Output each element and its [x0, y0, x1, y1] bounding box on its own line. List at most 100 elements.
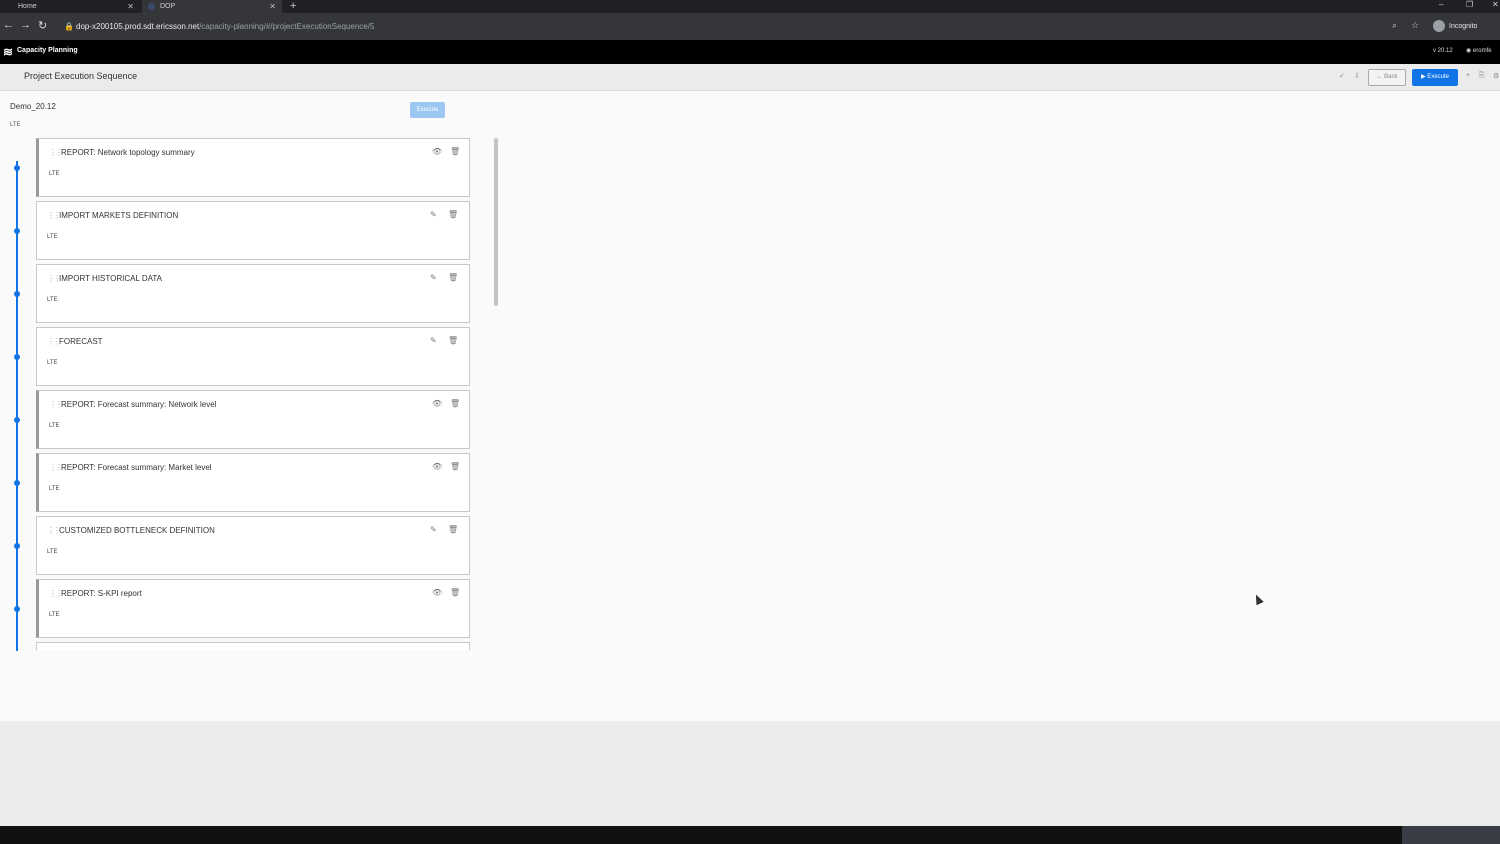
step-technology: LTE: [47, 549, 58, 555]
back-arrow-icon[interactable]: ←: [3, 19, 14, 31]
drag-handle-icon[interactable]: ⋮⋮: [47, 337, 61, 346]
step-technology: LTE: [47, 360, 58, 366]
incognito-indicator[interactable]: Incognito: [1433, 20, 1477, 32]
trash-icon[interactable]: 🗑: [450, 588, 460, 597]
timeline-dot: [14, 165, 20, 171]
step-card[interactable]: ⋮⋮ REPORT: Network topology summary LTE …: [36, 138, 470, 197]
pencil-icon[interactable]: ✎: [430, 336, 437, 345]
step-technology: LTE: [49, 486, 60, 492]
incognito-label: Incognito: [1449, 22, 1478, 30]
step-card[interactable]: [36, 642, 470, 650]
address-bar: ← → ↻ 🔒 dop-x200105.prod.sdt.ericsson.ne…: [0, 13, 1500, 40]
back-button[interactable]: ← Back: [1368, 69, 1406, 86]
drag-handle-icon[interactable]: ⋮⋮: [49, 148, 63, 157]
timeline-dot: [14, 228, 20, 234]
mouse-cursor-icon: [1252, 592, 1264, 606]
zoom-icon[interactable]: ⌕: [1392, 20, 1397, 31]
window-close-icon[interactable]: ✕: [1492, 0, 1499, 9]
new-tab-icon[interactable]: +: [290, 0, 296, 12]
project-technology: LTE: [10, 122, 21, 128]
trash-icon[interactable]: 🗑: [448, 336, 458, 345]
main-content: Demo_20.12 LTE Execute ⋮⋮ REPORT: Networ…: [0, 91, 1500, 721]
save-icon[interactable]: ⇩: [1354, 72, 1360, 80]
lock-icon: 🔒: [64, 22, 74, 31]
settings-icon[interactable]: ⚙: [1493, 72, 1499, 80]
incognito-icon: [1433, 20, 1445, 32]
tab-dop-label: DOP: [160, 3, 176, 10]
step-title: REPORT: Forecast summary: Network level: [61, 400, 217, 409]
tab-dop[interactable]: DOP ✕: [142, 0, 282, 13]
pencil-icon[interactable]: ✎: [430, 273, 437, 282]
step-card[interactable]: ⋮⋮ REPORT: Forecast summary: Market leve…: [36, 453, 470, 512]
app-name: Capacity Planning: [17, 47, 78, 54]
user-menu[interactable]: ◉ eromfe: [1466, 47, 1492, 54]
app-version: v 20.12: [1433, 48, 1453, 54]
tab-home[interactable]: Home ✕: [0, 0, 140, 13]
trash-icon[interactable]: 🗑: [448, 273, 458, 282]
minimize-icon[interactable]: –: [1439, 0, 1443, 9]
reload-icon[interactable]: ↻: [38, 19, 47, 32]
step-title: CUSTOMIZED BOTTLENECK DEFINITION: [59, 526, 215, 535]
browser-tab-bar: Home ✕ DOP ✕ + – ❐ ✕: [0, 0, 1500, 13]
step-technology: LTE: [47, 297, 58, 303]
back-button-label: Back: [1384, 74, 1398, 80]
check-icon[interactable]: ✓: [1339, 72, 1345, 80]
step-card[interactable]: ⋮⋮ REPORT: Forecast summary: Network lev…: [36, 390, 470, 449]
os-taskbar: [0, 826, 1500, 844]
step-title: REPORT: Network topology summary: [61, 148, 195, 157]
close-icon[interactable]: ✕: [269, 2, 276, 11]
execute-button-label: Execute: [1427, 74, 1449, 80]
sequence-timeline: [16, 161, 18, 651]
step-list: ⋮⋮ REPORT: Network topology summary LTE …: [36, 138, 470, 650]
share-icon[interactable]: ⎘: [1479, 72, 1485, 80]
trash-icon[interactable]: 🗑: [450, 147, 460, 156]
timeline-dot: [14, 543, 20, 549]
step-technology: LTE: [47, 234, 58, 240]
url-host: dop-x200105.prod.sdt.ericsson.net: [76, 22, 200, 31]
step-technology: LTE: [49, 171, 60, 177]
step-list-scrollbar[interactable]: [494, 138, 498, 306]
step-card[interactable]: ⋮⋮ IMPORT MARKETS DEFINITION LTE ✎ 🗑: [36, 201, 470, 260]
url-path: /capacity-planning/#/projectExecutionSeq…: [199, 22, 375, 31]
ericsson-logo-icon: ≋: [3, 45, 14, 59]
project-name: Demo_20.12: [10, 102, 56, 111]
timeline-dot: [14, 417, 20, 423]
execute-button[interactable]: ▶ Execute: [1412, 69, 1458, 86]
step-technology: LTE: [49, 423, 60, 429]
step-title: FORECAST: [59, 337, 103, 346]
eye-icon[interactable]: 👁: [432, 588, 442, 597]
tab-home-label: Home: [18, 3, 37, 10]
favicon-icon: [148, 3, 155, 10]
drag-handle-icon[interactable]: ⋮⋮: [49, 463, 63, 472]
step-card[interactable]: ⋮⋮ REPORT: S-KPI report LTE 👁 🗑: [36, 579, 470, 638]
eye-icon[interactable]: 👁: [432, 147, 442, 156]
step-card[interactable]: ⋮⋮ CUSTOMIZED BOTTLENECK DEFINITION LTE …: [36, 516, 470, 575]
pencil-icon[interactable]: ✎: [430, 210, 437, 219]
url-field[interactable]: 🔒 dop-x200105.prod.sdt.ericsson.net/capa…: [60, 18, 1410, 35]
eye-icon[interactable]: 👁: [432, 462, 442, 471]
eye-icon[interactable]: 👁: [432, 399, 442, 408]
step-card[interactable]: ⋮⋮ IMPORT HISTORICAL DATA LTE ✎ 🗑: [36, 264, 470, 323]
close-icon[interactable]: ✕: [127, 2, 134, 11]
trash-icon[interactable]: 🗑: [448, 525, 458, 534]
add-icon[interactable]: +: [1466, 72, 1470, 79]
step-title: REPORT: S-KPI report: [61, 589, 142, 598]
drag-handle-icon[interactable]: ⋮⋮: [47, 274, 61, 283]
app-header: ≋ Capacity Planning v 20.12 ◉ eromfe: [0, 40, 1500, 64]
taskbar-slot[interactable]: [1402, 826, 1500, 844]
drag-handle-icon[interactable]: ⋮⋮: [49, 589, 63, 598]
forward-arrow-icon[interactable]: →: [20, 19, 31, 31]
pencil-icon[interactable]: ✎: [430, 525, 437, 534]
star-icon[interactable]: ☆: [1411, 20, 1419, 31]
drag-handle-icon[interactable]: ⋮⋮: [47, 211, 61, 220]
trash-icon[interactable]: 🗑: [448, 210, 458, 219]
step-card[interactable]: ⋮⋮ FORECAST LTE ✎ 🗑: [36, 327, 470, 386]
trash-icon[interactable]: 🗑: [450, 399, 460, 408]
drag-handle-icon[interactable]: ⋮⋮: [47, 526, 61, 535]
trash-icon[interactable]: 🗑: [450, 462, 460, 471]
page-toolbar: Project Execution Sequence ✓ ⇩ ← Back ▶ …: [0, 64, 1500, 91]
page-title: Project Execution Sequence: [24, 71, 138, 81]
drag-handle-icon[interactable]: ⋮⋮: [49, 400, 63, 409]
project-execute-button[interactable]: Execute: [410, 102, 445, 118]
restore-icon[interactable]: ❐: [1466, 0, 1473, 9]
